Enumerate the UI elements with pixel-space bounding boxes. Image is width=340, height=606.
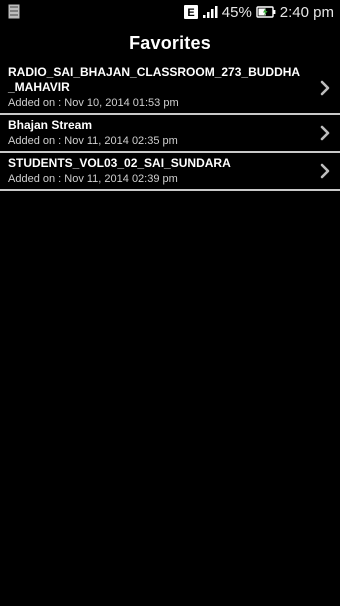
favorite-title: RADIO_SAI_BHAJAN_CLASSROOM_273_BUDDHA_MA…: [8, 65, 301, 94]
page-title: Favorites: [129, 32, 211, 53]
favorite-item-bhajan-stream[interactable]: Bhajan Stream Added on : Nov 11, 2014 02…: [0, 115, 340, 153]
chevron-right-icon[interactable]: [320, 125, 330, 141]
battery-charging-icon: [256, 6, 276, 18]
favorite-title: Bhajan Stream: [8, 118, 93, 132]
favorite-added-date: Added on : Nov 10, 2014 01:53 pm: [8, 97, 179, 109]
battery-percent: 45%: [221, 3, 252, 21]
favorite-item-radio-sai-bhajan-classroom[interactable]: RADIO_SAI_BHAJAN_CLASSROOM_273_BUDDHA_MA…: [0, 62, 340, 115]
favorite-added-date: Added on : Nov 11, 2014 02:35 pm: [8, 135, 178, 147]
favorites-list: RADIO_SAI_BHAJAN_CLASSROOM_273_BUDDHA_MA…: [0, 62, 340, 191]
status-time: 2:40 pm: [279, 3, 334, 21]
status-bar: E 45% 2:40 pm: [0, 0, 340, 24]
signal-icon: [202, 6, 218, 18]
lte-badge-label: E: [187, 7, 194, 19]
favorite-title: STUDENTS_VOL03_02_SAI_SUNDARA: [8, 156, 231, 170]
chevron-right-icon[interactable]: [320, 80, 330, 96]
chevron-right-icon[interactable]: [320, 163, 330, 179]
favorite-added-date: Added on : Nov 11, 2014 02:39 pm: [8, 173, 178, 185]
notification-icon: [8, 4, 20, 19]
favorite-item-students-vol03-sai-sundara[interactable]: STUDENTS_VOL03_02_SAI_SUNDARA Added on :…: [0, 153, 340, 191]
status-icons: E 45% 2:40 pm: [183, 0, 334, 24]
lte-badge-icon: E: [183, 5, 198, 19]
title-bar: Favorites: [0, 24, 340, 62]
